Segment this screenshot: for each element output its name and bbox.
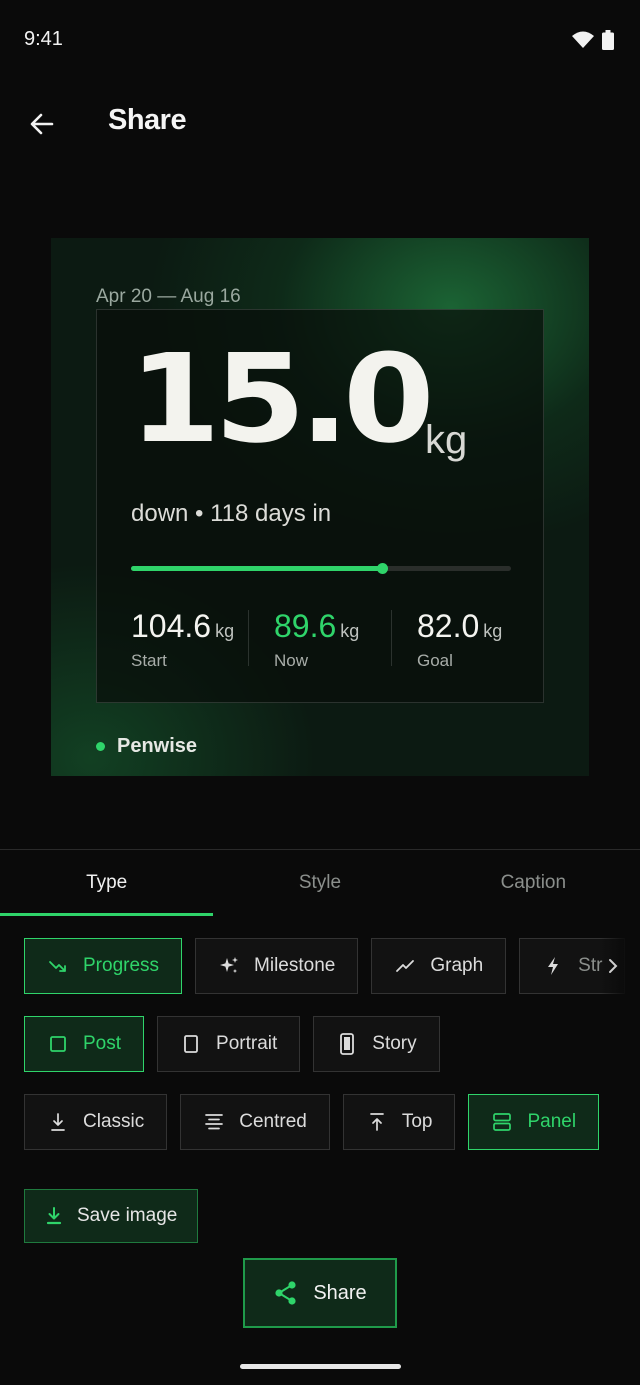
brand-dot-icon <box>96 742 105 751</box>
tab-style[interactable]: Style <box>213 850 426 916</box>
share-label: Share <box>313 1281 367 1304</box>
metric-divider <box>391 610 392 666</box>
chip-label: Panel <box>527 1111 577 1132</box>
metric-now-value: 89.6 <box>274 608 337 644</box>
progress-marker <box>376 563 388 574</box>
chip-label: Str <box>578 955 603 976</box>
format-options: Post Portrait Story <box>24 1016 640 1072</box>
chip-centred[interactable]: Centred <box>180 1094 330 1150</box>
chart-line-icon <box>394 955 416 977</box>
chip-panel[interactable]: Panel <box>468 1094 600 1150</box>
chip-label: Graph <box>430 955 484 976</box>
metric-goal: 82.0 kg Goal <box>417 608 502 671</box>
tab-type[interactable]: Type <box>0 850 214 916</box>
align-bottom-icon <box>47 1111 69 1133</box>
tab-caption[interactable]: Caption <box>427 850 640 916</box>
share-icon <box>275 1281 296 1305</box>
sparkle-icon <box>218 955 240 977</box>
bolt-icon <box>542 955 564 977</box>
brand-name: Penwise <box>117 735 198 757</box>
metric-now-label: Now <box>274 651 309 670</box>
metric-goal-value: 82.0 <box>417 608 480 644</box>
panel-icon <box>491 1111 513 1133</box>
chip-graph[interactable]: Graph <box>371 938 507 994</box>
metric-start-label: Start <box>131 651 167 670</box>
chevron-right-icon <box>609 959 618 973</box>
scroll-more[interactable] <box>600 938 640 994</box>
progress-fill <box>131 566 382 571</box>
metric-now: 89.6 kg Now <box>274 608 359 671</box>
type-options: Progress Milestone Graph Str <box>24 938 640 994</box>
chip-label: Top <box>401 1111 433 1132</box>
chip-label: Portrait <box>216 1033 278 1054</box>
chip-portrait[interactable]: Portrait <box>157 1016 301 1072</box>
metric-goal-label: Goal <box>417 651 453 670</box>
metric-now-unit: kg <box>340 621 360 641</box>
chip-label: Post <box>83 1033 122 1054</box>
chip-progress[interactable]: Progress <box>24 938 183 994</box>
metric-goal-unit: kg <box>483 621 503 641</box>
metric-start-unit: kg <box>215 621 235 641</box>
share-card-preview: Apr 20 — Aug 16 15.0 kg down • 118 days … <box>51 238 589 776</box>
layout-options: Classic Centred Top Panel <box>24 1094 640 1150</box>
back-button[interactable] <box>22 104 62 144</box>
chip-label: Milestone <box>254 955 336 976</box>
align-center-icon <box>203 1111 225 1133</box>
battery-icon <box>602 30 614 50</box>
share-button[interactable]: Share <box>243 1258 397 1328</box>
chip-label: Classic <box>83 1111 145 1132</box>
phone-icon <box>336 1033 358 1055</box>
metric-start-value: 104.6 <box>131 608 212 644</box>
status-icons <box>572 30 614 50</box>
app-bar: Share <box>0 90 640 156</box>
page-title: Share <box>108 104 187 136</box>
weight-change-unit: kg <box>425 418 468 462</box>
status-bar: 9:41 <box>0 0 640 80</box>
scroll-more[interactable] <box>610 1094 640 1150</box>
brand-mark: Penwise <box>96 735 197 758</box>
square-icon <box>47 1033 69 1055</box>
progress-bar <box>131 563 511 574</box>
chip-label: Centred <box>239 1111 307 1132</box>
status-time: 9:41 <box>24 28 63 50</box>
home-indicator[interactable] <box>240 1364 401 1369</box>
chip-classic[interactable]: Classic <box>24 1094 168 1150</box>
progress-subtitle: down • 118 days in <box>131 500 332 527</box>
chip-milestone[interactable]: Milestone <box>195 938 359 994</box>
download-icon <box>46 1207 62 1225</box>
chip-label: Progress <box>83 955 160 976</box>
chip-label: Story <box>372 1033 417 1054</box>
weight-change-value: 15.0 <box>129 328 435 470</box>
metric-divider <box>248 610 249 666</box>
save-image-label: Save image <box>77 1205 178 1226</box>
metric-start: 104.6 kg Start <box>131 608 234 671</box>
stat-panel: 15.0 kg down • 118 days in 104.6 kg Start… <box>96 309 544 703</box>
wifi-icon <box>572 31 594 48</box>
save-image-button[interactable]: Save image <box>24 1189 199 1243</box>
chip-story[interactable]: Story <box>313 1016 440 1072</box>
align-top-icon <box>366 1111 388 1133</box>
trend-down-icon <box>47 955 69 977</box>
date-range: Apr 20 — Aug 16 <box>96 286 241 307</box>
chip-post[interactable]: Post <box>24 1016 145 1072</box>
tab-bar: Type Style Caption <box>0 850 640 916</box>
arrow-left-icon <box>30 113 54 135</box>
portrait-icon <box>180 1033 202 1055</box>
chip-top[interactable]: Top <box>342 1094 456 1150</box>
